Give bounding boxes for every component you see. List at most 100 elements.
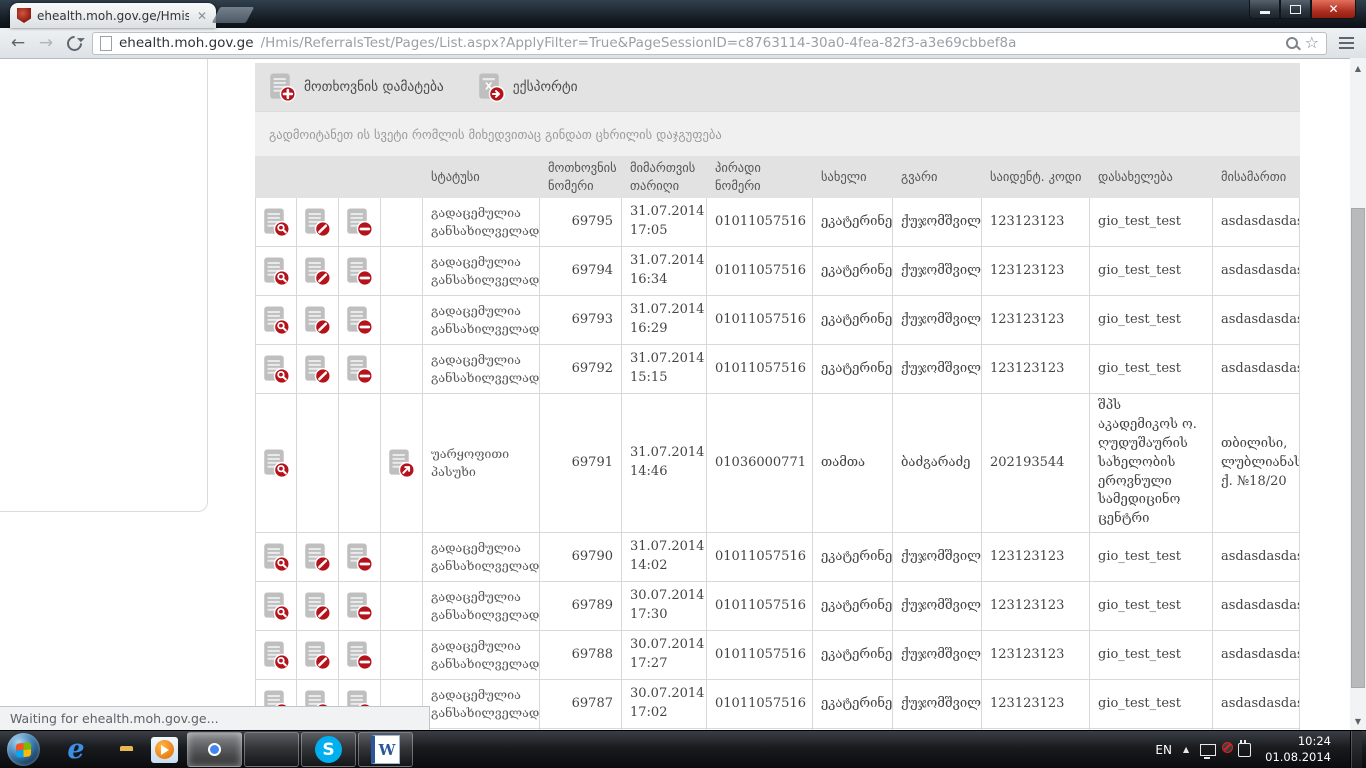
cell-org-name: gio_test_test [1090,680,1213,728]
network-icon[interactable] [1200,744,1216,756]
cell-personal-number: 01011057516 [707,296,813,344]
header-address[interactable]: მისამართი [1213,165,1300,189]
table-row[interactable]: გადაცემულია განსახილველად6979431.07.2014… [255,247,1300,296]
scroll-down-icon[interactable]: ▼ [1350,713,1366,729]
cell-delete[interactable] [339,345,381,393]
cell-view[interactable] [255,198,297,246]
new-tab-button[interactable] [212,7,255,23]
view-icon[interactable] [263,355,290,384]
close-button[interactable]: ✕ [1311,0,1356,19]
tray-expand-icon[interactable]: ▲ [1183,745,1189,754]
table-row[interactable]: გადაცემულია განსახილველად6979331.07.2014… [255,296,1300,345]
back-button[interactable]: ← [7,35,29,52]
view-icon[interactable] [263,592,290,621]
cell-delete[interactable] [339,582,381,630]
edit-icon[interactable] [304,543,331,572]
table-row[interactable]: გადაცემულია განსახილველად6979231.07.2014… [255,345,1300,394]
edit-icon[interactable] [304,355,331,384]
language-indicator[interactable]: EN [1155,743,1172,757]
browser-tab[interactable]: ehealth.moh.gov.ge/Hmis ✕ [10,3,216,28]
scroll-up-icon[interactable]: ▲ [1350,60,1366,76]
header-request-number[interactable]: მოთხოვნის ნომერი [540,156,622,198]
view-icon[interactable] [263,257,290,286]
cell-edit[interactable] [297,533,339,581]
cell-view[interactable] [255,582,297,630]
cell-view[interactable] [255,394,297,532]
delete-icon[interactable] [346,641,373,670]
header-personal-number[interactable]: პირადი ნომერი [707,156,813,198]
delete-icon[interactable] [346,592,373,621]
cell-view[interactable] [255,296,297,344]
cell-edit[interactable] [297,345,339,393]
view-icon[interactable] [263,449,290,478]
table-row[interactable]: გადაცემულია განსახილველად6979031.07.2014… [255,533,1300,582]
cell-edit[interactable] [297,296,339,344]
header-status[interactable]: სტატუსი [423,165,540,189]
export-button[interactable]: X ექსპორტი [478,73,578,102]
chrome-menu-button[interactable] [1333,32,1359,54]
taskbar-word[interactable]: W [358,732,413,767]
view-icon[interactable] [263,306,290,335]
reload-button[interactable] [64,32,85,53]
taskbar-skype[interactable]: S [301,732,356,767]
table-row[interactable]: უარყოფითი პასუხი6979131.07.201414:460103… [255,394,1300,533]
delete-icon[interactable] [346,543,373,572]
taskbar-windows-explorer[interactable] [98,733,142,766]
edit-icon[interactable] [304,208,331,237]
taskbar-media-player[interactable] [142,733,186,766]
header-referral-date[interactable]: მიმართვის თარიღი [622,156,707,198]
delete-icon[interactable] [346,306,373,335]
cell-delete[interactable] [339,296,381,344]
view-icon[interactable] [263,641,290,670]
group-by-hint-bar[interactable]: გადმოიტანეთ ის სვეტი რომლის მიხედვითაც გ… [255,111,1300,156]
scrollbar-thumb[interactable] [1351,208,1365,688]
power-icon[interactable] [1238,743,1251,757]
table-row[interactable]: გადაცემულია განსახილველად6978830.07.2014… [255,631,1300,680]
header-first-name[interactable]: სახელი [813,165,893,189]
table-row[interactable]: გადაცემულია განსახილველად6979531.07.2014… [255,198,1300,247]
cell-delete[interactable] [339,533,381,581]
edit-icon[interactable] [304,641,331,670]
bookmark-star-icon[interactable]: ☆ [1305,35,1319,51]
show-desktop-button[interactable] [1350,731,1362,768]
cell-edit[interactable] [297,582,339,630]
header-last-name[interactable]: გვარი [893,165,982,189]
taskbar-firefox[interactable] [244,732,299,767]
cell-edit[interactable] [297,198,339,246]
edit-icon[interactable] [304,257,331,286]
cell-forward[interactable] [381,394,423,532]
minimize-button[interactable] [1249,0,1280,19]
forward-icon[interactable] [388,449,415,478]
header-ident-code[interactable]: საიდენტ. კოდი [982,165,1090,189]
cell-delete[interactable] [339,198,381,246]
tray-clock[interactable]: 10:24 01.08.2014 [1262,734,1331,765]
cell-view[interactable] [255,345,297,393]
table-row[interactable]: გადაცემულია განსახილველად6978930.07.2014… [255,582,1300,631]
cell-delete[interactable] [339,631,381,679]
maximize-button[interactable] [1280,0,1311,19]
start-button[interactable] [7,733,40,766]
cell-view[interactable] [255,533,297,581]
delete-icon[interactable] [346,257,373,286]
delete-icon[interactable] [346,208,373,237]
forward-button[interactable]: → [35,35,57,52]
zoom-icon[interactable] [1286,37,1298,49]
tab-close-icon[interactable]: ✕ [195,8,209,24]
cell-edit[interactable] [297,631,339,679]
taskbar-chrome[interactable] [187,732,242,767]
taskbar-internet-explorer[interactable]: e [54,733,98,766]
delete-icon[interactable] [346,355,373,384]
edit-icon[interactable] [304,306,331,335]
add-request-button[interactable]: მოთხოვნის დამატება [269,73,444,102]
cell-edit[interactable] [297,247,339,295]
address-bar[interactable]: ehealth.moh.gov.ge /Hmis/ReferralsTest/P… [92,32,1327,55]
vertical-scrollbar[interactable]: ▲ ▼ [1350,58,1366,731]
header-org-name[interactable]: დასახელება [1090,165,1213,189]
cell-view[interactable] [255,247,297,295]
cell-delete[interactable] [339,247,381,295]
view-icon[interactable] [263,208,290,237]
view-icon[interactable] [263,543,290,572]
cell-view[interactable] [255,631,297,679]
edit-icon[interactable] [304,592,331,621]
cell-first-name: ეკატერინე [813,533,893,581]
